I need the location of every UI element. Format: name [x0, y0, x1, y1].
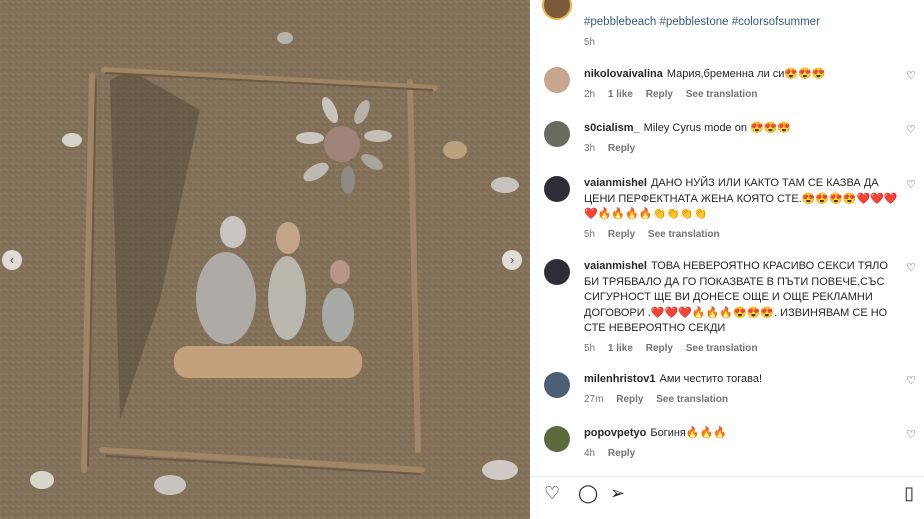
comment-username[interactable]: vaianmishel: [584, 260, 647, 272]
reply-button[interactable]: Reply: [646, 89, 673, 100]
heart-icon[interactable]: ♡: [906, 69, 916, 82]
see-translation-link[interactable]: See translation: [686, 343, 758, 354]
bookmark-icon[interactable]: ▯: [904, 483, 914, 503]
comment-likes[interactable]: 1 like: [608, 89, 633, 100]
comment-text: Miley Cyrus mode on 😍😍😍: [643, 122, 792, 134]
avatar[interactable]: [544, 176, 570, 202]
comment-username[interactable]: vaianmishel: [584, 177, 647, 189]
reply-button[interactable]: Reply: [608, 448, 635, 459]
reply-button[interactable]: Reply: [616, 394, 643, 405]
reply-button[interactable]: Reply: [608, 143, 635, 154]
heart-icon[interactable]: ♡: [906, 178, 916, 191]
avatar[interactable]: [544, 259, 570, 285]
comment-username[interactable]: nikolovaivalina: [584, 68, 663, 80]
heart-icon[interactable]: ♡: [906, 428, 916, 441]
comment-icon[interactable]: ◯: [578, 483, 598, 503]
comment-username[interactable]: milenhristov1: [584, 373, 656, 385]
reply-button[interactable]: Reply: [608, 229, 635, 240]
comments-panel: #pebblebeach #pebblestone #colorsofsumme…: [530, 0, 924, 519]
post-author-avatar[interactable]: [542, 0, 572, 20]
previous-image-button[interactable]: ‹: [2, 250, 22, 270]
comment-time: 4h: [584, 447, 596, 459]
comment-text: Богиня🔥🔥🔥: [650, 427, 727, 439]
share-icon[interactable]: ➢: [610, 483, 625, 503]
post-hashtags[interactable]: #pebblebeach #pebblestone #colorsofsumme…: [584, 16, 820, 28]
heart-icon[interactable]: ♡: [906, 123, 916, 136]
comment-time: 5h: [584, 228, 596, 240]
avatar[interactable]: [544, 426, 570, 452]
pebble-art-image: [0, 0, 530, 519]
next-image-button[interactable]: ›: [502, 250, 522, 270]
see-translation-link[interactable]: See translation: [656, 394, 728, 405]
heart-icon[interactable]: ♡: [906, 261, 916, 274]
avatar[interactable]: [544, 121, 570, 147]
comment-likes[interactable]: 1 like: [608, 343, 633, 354]
comment-time: 2h: [584, 88, 596, 100]
post-time: 5h: [584, 37, 596, 48]
post-photo[interactable]: ‹ ›: [0, 0, 530, 519]
see-translation-link[interactable]: See translation: [648, 229, 720, 240]
comment-time: 3h: [584, 142, 596, 154]
avatar[interactable]: [544, 372, 570, 398]
comment-username[interactable]: popovpetyo: [584, 427, 646, 439]
reply-button[interactable]: Reply: [646, 343, 673, 354]
avatar[interactable]: [544, 67, 570, 93]
see-translation-link[interactable]: See translation: [686, 89, 758, 100]
heart-icon[interactable]: ♡: [906, 374, 916, 387]
comment-time: 5h: [584, 342, 596, 354]
like-icon[interactable]: ♡: [544, 483, 560, 503]
comment-username[interactable]: s0cialism_: [584, 122, 640, 134]
comment-time: 27m: [584, 393, 604, 405]
comment-text: Ами честито тогава!: [659, 373, 763, 385]
comment-text: Мария,бременна ли си😍😍😍: [666, 68, 826, 80]
post-actions-bar: ♡ ◯ ➢ ▯: [530, 476, 924, 507]
